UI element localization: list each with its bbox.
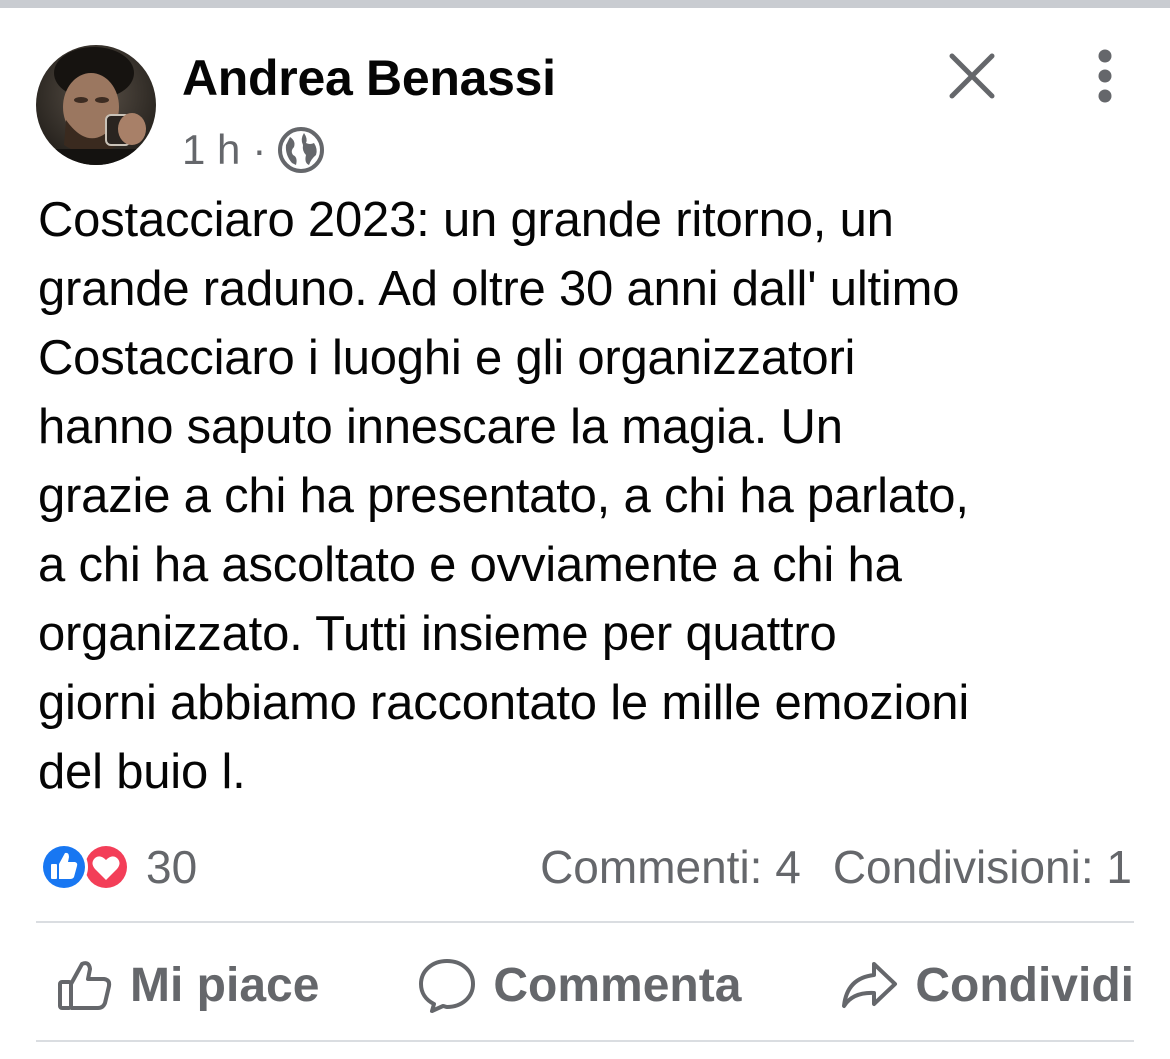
close-button[interactable] — [944, 48, 1000, 104]
comment-button[interactable]: Commenta — [417, 956, 741, 1014]
action-bar: Mi piace Commenta Condividi — [36, 940, 1134, 1030]
comment-bubble-icon — [419, 959, 476, 1013]
divider — [36, 921, 1134, 923]
share-button[interactable]: Condividi — [839, 956, 1134, 1014]
comments-count[interactable]: Commenti: 4 — [540, 840, 801, 894]
reactions-summary[interactable]: 30 — [36, 840, 197, 894]
divider — [36, 1040, 1134, 1042]
post-stats: Commenti: 4 Condivisioni: 1 — [540, 840, 1132, 894]
post-time[interactable]: 1 h — [182, 126, 240, 174]
close-icon — [949, 53, 995, 99]
share-label: Condividi — [915, 958, 1134, 1012]
like-label: Mi piace — [130, 958, 320, 1012]
thumbs-up-icon — [58, 961, 112, 1010]
like-icon — [40, 843, 88, 891]
love-icon — [82, 843, 130, 891]
comment-label: Commenta — [493, 958, 742, 1012]
more-options-button[interactable] — [1080, 48, 1130, 104]
avatar[interactable] — [36, 45, 156, 165]
author-name[interactable]: Andrea Benassi — [182, 48, 556, 108]
share-arrow-icon — [842, 962, 898, 1008]
meta-separator: · — [252, 126, 267, 173]
reaction-icons — [40, 843, 130, 891]
post-text: Costacciaro 2023: un grande ritorno, un … — [38, 193, 970, 799]
post-meta: 1 h · — [182, 124, 326, 176]
shares-count[interactable]: Condivisioni: 1 — [833, 840, 1132, 894]
like-button[interactable]: Mi piace — [56, 956, 319, 1014]
top-separator-bar — [0, 0, 1170, 8]
reaction-count: 30 — [146, 841, 198, 893]
more-dots-icon — [1098, 49, 1112, 103]
globe-icon[interactable] — [276, 125, 326, 175]
